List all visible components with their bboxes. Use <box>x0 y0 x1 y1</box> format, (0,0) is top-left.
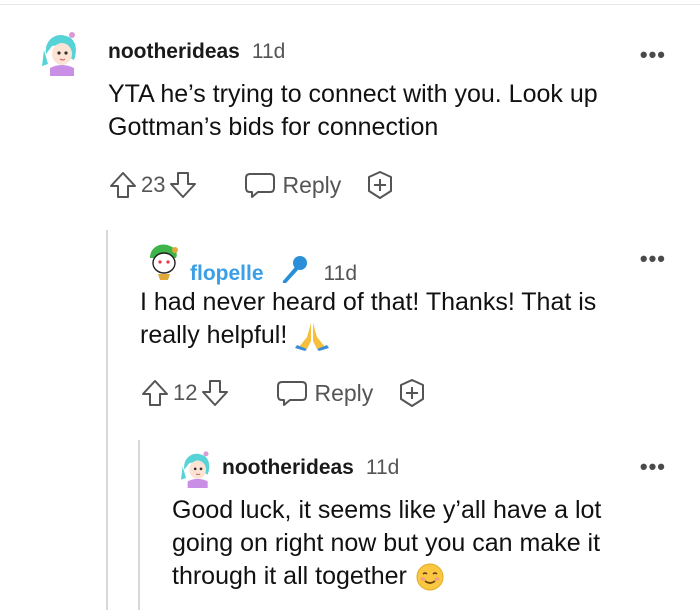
thread-line-level-2[interactable] <box>138 440 140 610</box>
comment-body-line: I had never heard of that! Thanks! That … <box>140 288 597 316</box>
smiling-face-emoji <box>416 563 444 590</box>
comment-body: Good luck, it seems like y’all have a lo… <box>172 494 672 593</box>
upvote-icon[interactable] <box>140 378 170 408</box>
comment-body-line: through it all together <box>172 560 672 593</box>
timestamp: 11d <box>251 40 286 63</box>
thread-line-level-1[interactable] <box>106 230 108 610</box>
comment-body: I had never heard of that! Thanks! That … <box>140 286 670 352</box>
timestamp: 11d <box>323 262 357 285</box>
downvote-icon[interactable] <box>200 378 230 408</box>
reply-icon <box>245 173 276 198</box>
user-avatar[interactable] <box>176 448 216 488</box>
more-options-button[interactable]: ••• <box>640 454 666 480</box>
reply-label: Reply <box>282 171 342 198</box>
comment-body: YTA he’s trying to connect with you. Loo… <box>108 80 598 141</box>
award-icon[interactable] <box>365 170 395 200</box>
comment-body-line: really helpful! <box>140 319 670 352</box>
comment-body-text: really helpful! <box>140 321 288 349</box>
more-options-button[interactable]: ••• <box>640 246 666 272</box>
user-avatar[interactable] <box>144 240 184 280</box>
comment-body-text: through it all together <box>172 562 407 590</box>
user-avatar[interactable] <box>36 28 84 76</box>
comment-meta: nootherideas 11d <box>222 456 399 480</box>
reply-button[interactable]: Reply <box>276 378 373 408</box>
upvote-icon[interactable] <box>108 170 138 200</box>
reply-icon <box>277 381 308 406</box>
comment-body-line: going on right now but you can make it <box>172 529 601 557</box>
comment-actions: 23 Reply <box>108 170 395 200</box>
praying-hands-emoji <box>295 322 330 351</box>
downvote-icon[interactable] <box>168 170 198 200</box>
vote-count: 12 <box>173 380 198 405</box>
vote-count: 23 <box>141 172 166 197</box>
username[interactable]: nootherideas <box>108 40 240 64</box>
reply-label: Reply <box>314 379 374 406</box>
award-icon[interactable] <box>397 378 427 408</box>
reply-button[interactable]: Reply <box>244 170 341 200</box>
comment-body-line: Good luck, it seems like y’all have a lo… <box>172 496 602 524</box>
username[interactable]: nootherideas <box>222 456 354 480</box>
comment-actions: 12 Reply <box>140 378 427 408</box>
username[interactable]: flopelle <box>190 262 264 286</box>
top-divider <box>0 4 700 5</box>
comment-meta: flopelle 11d <box>190 248 357 286</box>
microphone-flair-icon <box>282 256 307 283</box>
more-options-button[interactable]: ••• <box>640 42 666 68</box>
timestamp: 11d <box>365 456 400 479</box>
comment-meta: nootherideas 11d <box>108 40 285 64</box>
